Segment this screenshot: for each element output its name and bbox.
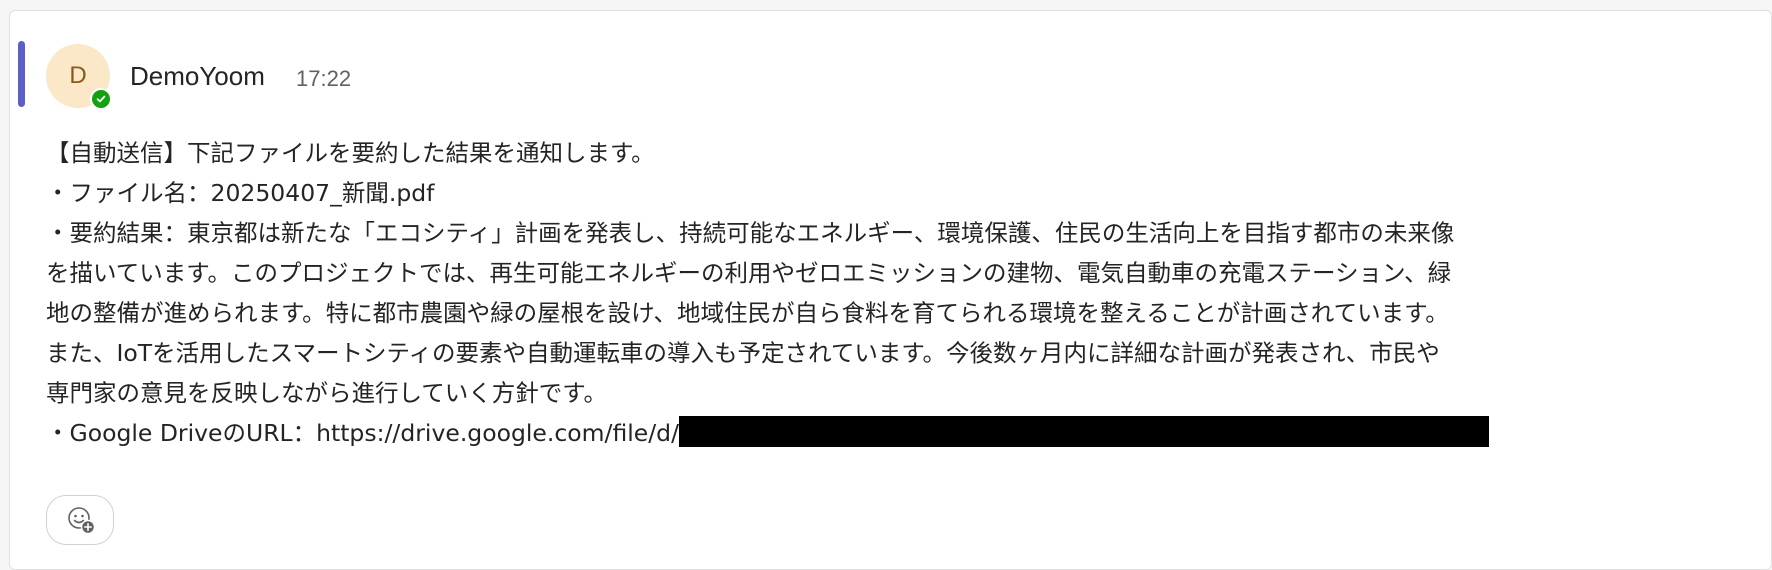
message-line: 地の整備が進められます。特に都市農園や緑の屋根を設け、地域住民が自ら食料を育てら… bbox=[46, 299, 1449, 327]
message-line: また、IoTを活用したスマートシティの要素や自動運転車の導入も予定されています。… bbox=[46, 339, 1440, 367]
message-line: ・ファイル名：20250407_新聞.pdf bbox=[46, 179, 435, 207]
redacted-block bbox=[679, 416, 1489, 447]
message-line: を描いています。このプロジェクトでは、再生可能エネルギーの利用やゼロエミッション… bbox=[46, 259, 1452, 287]
message-timestamp: 17:22 bbox=[296, 66, 352, 91]
message-line: 専門家の意見を反映しながら進行していく方針です。 bbox=[46, 379, 607, 407]
message-line: 【自動送信】下記ファイルを要約した結果を通知します。 bbox=[46, 139, 655, 167]
url-line: ・Google DriveのURL：https://drive.google.c… bbox=[46, 413, 1748, 453]
sender-name[interactable]: DemoYoom bbox=[130, 59, 265, 93]
unread-accent-bar bbox=[18, 41, 25, 107]
message-line: ・要約結果：東京都は新たな「エコシティ」計画を発表し、持続可能なエネルギー、環境… bbox=[46, 219, 1455, 247]
checkmark-icon bbox=[92, 90, 110, 108]
drive-url-link[interactable]: ・Google DriveのURL：https://drive.google.c… bbox=[46, 419, 679, 447]
message-body: 【自動送信】下記ファイルを要約した結果を通知します。 ・ファイル名：202504… bbox=[46, 133, 1748, 453]
add-reaction-icon bbox=[68, 507, 96, 535]
add-reaction-button[interactable] bbox=[46, 495, 114, 545]
avatar-initial: D bbox=[69, 62, 87, 89]
message-card: D DemoYoom 17:22 【自動送信】下記ファイルを要約した結果を通知し… bbox=[9, 10, 1772, 570]
presence-badge bbox=[90, 88, 112, 110]
